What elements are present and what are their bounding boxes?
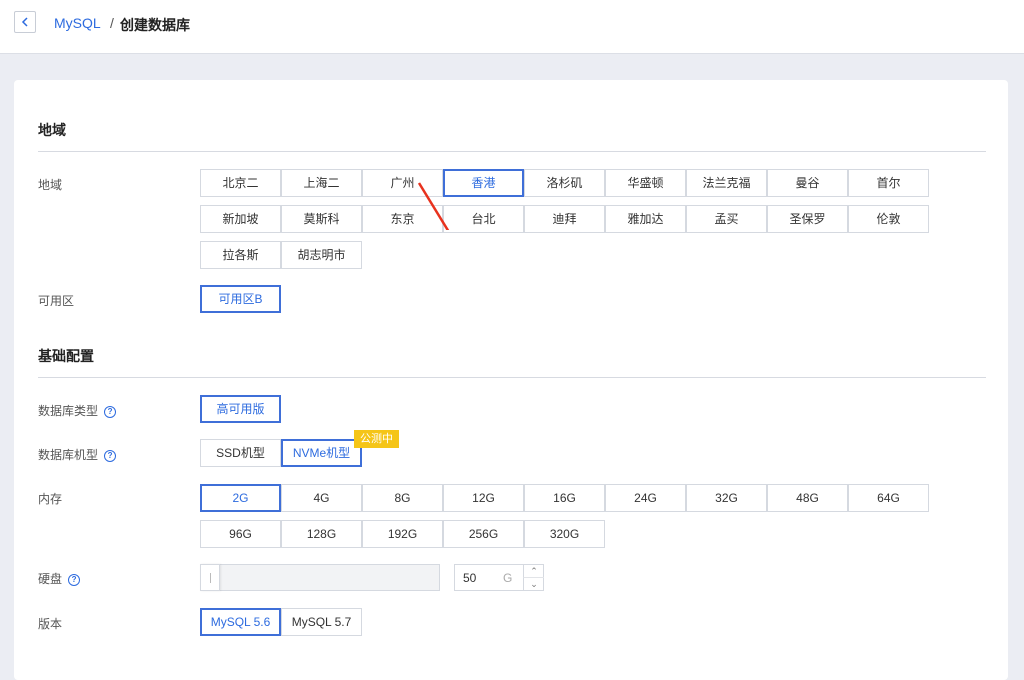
region-option-8[interactable]: 首尔 [848, 169, 929, 197]
version-option-0[interactable]: MySQL 5.6 [200, 608, 281, 636]
memory-option-11[interactable]: 192G [362, 520, 443, 548]
memory-option-2[interactable]: 8G [362, 484, 443, 512]
region-option-13[interactable]: 迪拜 [524, 205, 605, 233]
region-option-10[interactable]: 莫斯科 [281, 205, 362, 233]
memory-option-9[interactable]: 96G [200, 520, 281, 548]
region-option-7[interactable]: 曼谷 [767, 169, 848, 197]
version-option-1[interactable]: MySQL 5.7 [281, 608, 362, 636]
memory-option-12[interactable]: 256G [443, 520, 524, 548]
machine-option-1[interactable]: NVMe机型 [281, 439, 362, 467]
disk-slider-track[interactable] [200, 564, 440, 591]
disk-size-input[interactable]: 50 G ⌃ ⌄ [454, 564, 544, 591]
chevron-left-icon [21, 17, 28, 27]
region-option-5[interactable]: 华盛顿 [605, 169, 686, 197]
region-label: 地域 [38, 178, 63, 192]
version-label: 版本 [38, 617, 63, 631]
region-option-0[interactable]: 北京二 [200, 169, 281, 197]
region-option-4[interactable]: 洛杉矶 [524, 169, 605, 197]
db-type-label: 数据库类型? [38, 402, 117, 419]
region-option-17[interactable]: 伦敦 [848, 205, 929, 233]
disk-label-text: 硬盘 [38, 572, 63, 586]
machine-type-label: 数据库机型? [38, 446, 117, 463]
region-option-6[interactable]: 法兰克福 [686, 169, 767, 197]
beta-badge: 公测中 [354, 430, 399, 448]
memory-option-0[interactable]: 2G [200, 484, 281, 512]
region-option-16[interactable]: 圣保罗 [767, 205, 848, 233]
memory-option-10[interactable]: 128G [281, 520, 362, 548]
disk-size-unit: G [503, 571, 513, 585]
question-circle-icon[interactable]: ? [104, 406, 117, 418]
breadcrumb-mysql-link[interactable]: MySQL [54, 15, 101, 31]
back-button[interactable] [14, 11, 36, 33]
disk-size-value[interactable]: 50 [463, 571, 476, 585]
base-config-section-title: 基础配置 [38, 348, 94, 364]
memory-option-6[interactable]: 32G [686, 484, 767, 512]
memory-option-1[interactable]: 4G [281, 484, 362, 512]
disk-slider-handle[interactable] [200, 564, 220, 591]
memory-option-4[interactable]: 16G [524, 484, 605, 512]
machine-option-0[interactable]: SSD机型 [200, 439, 281, 467]
machine-type-label-text: 数据库机型 [38, 448, 99, 462]
memory-label: 内存 [38, 492, 63, 506]
region-option-9[interactable]: 新加坡 [200, 205, 281, 233]
memory-option-8[interactable]: 64G [848, 484, 929, 512]
memory-option-3[interactable]: 12G [443, 484, 524, 512]
memory-option-5[interactable]: 24G [605, 484, 686, 512]
memory-option-7[interactable]: 48G [767, 484, 848, 512]
db-type-option-0[interactable]: 高可用版 [200, 395, 281, 423]
region-divider [38, 151, 986, 152]
region-section-title: 地域 [38, 122, 66, 138]
question-circle-icon[interactable]: ? [68, 574, 81, 586]
region-option-19[interactable]: 胡志明市 [281, 241, 362, 269]
zone-label: 可用区 [38, 294, 75, 308]
create-database-form: 地域 地域 北京二 上海二 广州 香港 洛杉矶 华盛顿 法兰克福 曼谷 首尔 新加坡 莫斯科 东京 台北… [14, 80, 1008, 680]
top-bar: MySQL / 创建数据库 [0, 0, 1024, 54]
disk-label: 硬盘? [38, 570, 81, 587]
question-circle-icon[interactable]: ? [104, 450, 117, 462]
db-type-label-text: 数据库类型 [38, 404, 99, 418]
region-option-3[interactable]: 香港 [443, 169, 524, 197]
region-option-18[interactable]: 拉各斯 [200, 241, 281, 269]
page-title: 创建数据库 [120, 17, 190, 33]
region-option-1[interactable]: 上海二 [281, 169, 362, 197]
zone-option-0[interactable]: 可用区B [200, 285, 281, 313]
chevron-up-icon[interactable]: ⌃ [523, 565, 544, 578]
region-option-14[interactable]: 雅加达 [605, 205, 686, 233]
base-config-divider [38, 377, 986, 378]
region-option-15[interactable]: 孟买 [686, 205, 767, 233]
chevron-down-icon[interactable]: ⌄ [523, 578, 544, 590]
breadcrumb-separator: / [110, 15, 114, 31]
memory-option-13[interactable]: 320G [524, 520, 605, 548]
